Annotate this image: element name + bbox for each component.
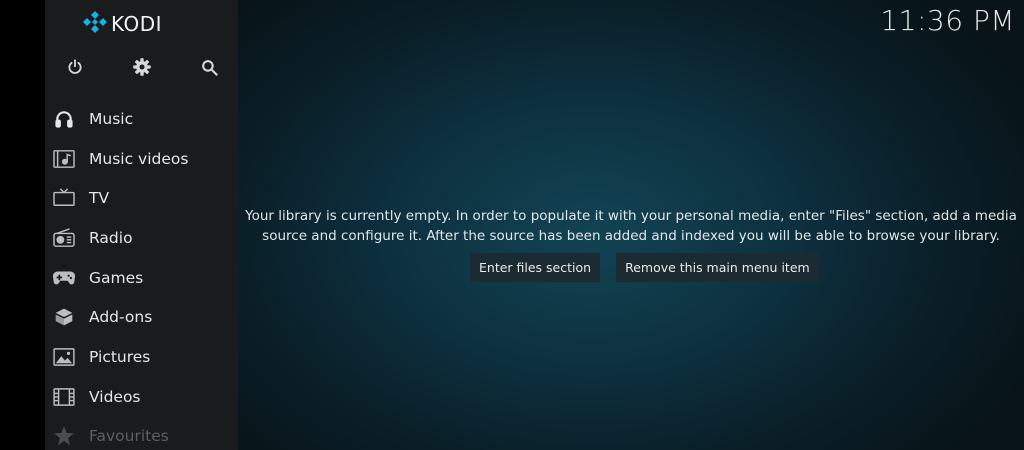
menu-item-tv[interactable]: TV — [45, 178, 238, 218]
menu-item-games[interactable]: Games — [45, 258, 238, 298]
sidebar: KODI Music Music videos TV Radio Games A… — [45, 0, 238, 450]
menu-item-label: Pictures — [89, 347, 151, 366]
action-buttons: Enter files section Remove this main men… — [470, 253, 819, 282]
menu-item-pictures[interactable]: Pictures — [45, 337, 238, 377]
menu-item-label: Music videos — [89, 149, 189, 168]
menu-item-favourites[interactable]: Favourites — [45, 417, 238, 450]
menu-item-label: Music — [89, 109, 134, 128]
menu-item-label: TV — [89, 189, 110, 208]
music-video-icon — [52, 148, 76, 170]
power-icon[interactable] — [64, 56, 86, 78]
film-icon — [52, 386, 76, 408]
picture-icon — [52, 346, 76, 368]
search-icon[interactable] — [198, 56, 220, 78]
empty-message-line-1: Your library is currently empty. In orde… — [245, 208, 1017, 224]
menu-item-videos[interactable]: Videos — [45, 377, 238, 417]
star-icon — [52, 425, 76, 447]
left-edge-bar — [0, 0, 45, 450]
kodi-logo-icon — [83, 10, 107, 38]
main-menu: Music Music videos TV Radio Games Add-on… — [45, 99, 238, 450]
main-content: 11:36 PM Your library is currently empty… — [238, 0, 1024, 450]
enter-files-section-button[interactable]: Enter files section — [470, 253, 601, 282]
gamepad-icon — [52, 267, 76, 289]
menu-item-radio[interactable]: Radio — [45, 218, 238, 258]
empty-message-line-2: source and configure it. After the sourc… — [262, 228, 1000, 244]
empty-library-message: Your library is currently empty. In orde… — [238, 206, 1024, 246]
gear-icon[interactable] — [131, 56, 153, 78]
headphones-icon — [52, 108, 76, 130]
menu-item-label: Videos — [89, 387, 141, 406]
addons-box-icon — [52, 306, 76, 328]
tv-icon — [52, 187, 76, 209]
menu-item-music-videos[interactable]: Music videos — [45, 139, 238, 179]
menu-item-label: Favourites — [89, 427, 169, 446]
clock: 11:36 PM — [880, 4, 1015, 37]
kodi-logo-text: KODI — [111, 12, 163, 36]
menu-item-label: Radio — [89, 228, 133, 247]
radio-icon — [52, 227, 76, 249]
top-icon-bar — [45, 52, 238, 82]
kodi-logo: KODI — [83, 11, 162, 37]
menu-item-addons[interactable]: Add-ons — [45, 297, 238, 337]
menu-item-label: Add-ons — [89, 308, 153, 327]
menu-item-label: Games — [89, 268, 144, 287]
menu-item-music[interactable]: Music — [45, 99, 238, 139]
remove-menu-item-button[interactable]: Remove this main menu item — [616, 253, 819, 282]
